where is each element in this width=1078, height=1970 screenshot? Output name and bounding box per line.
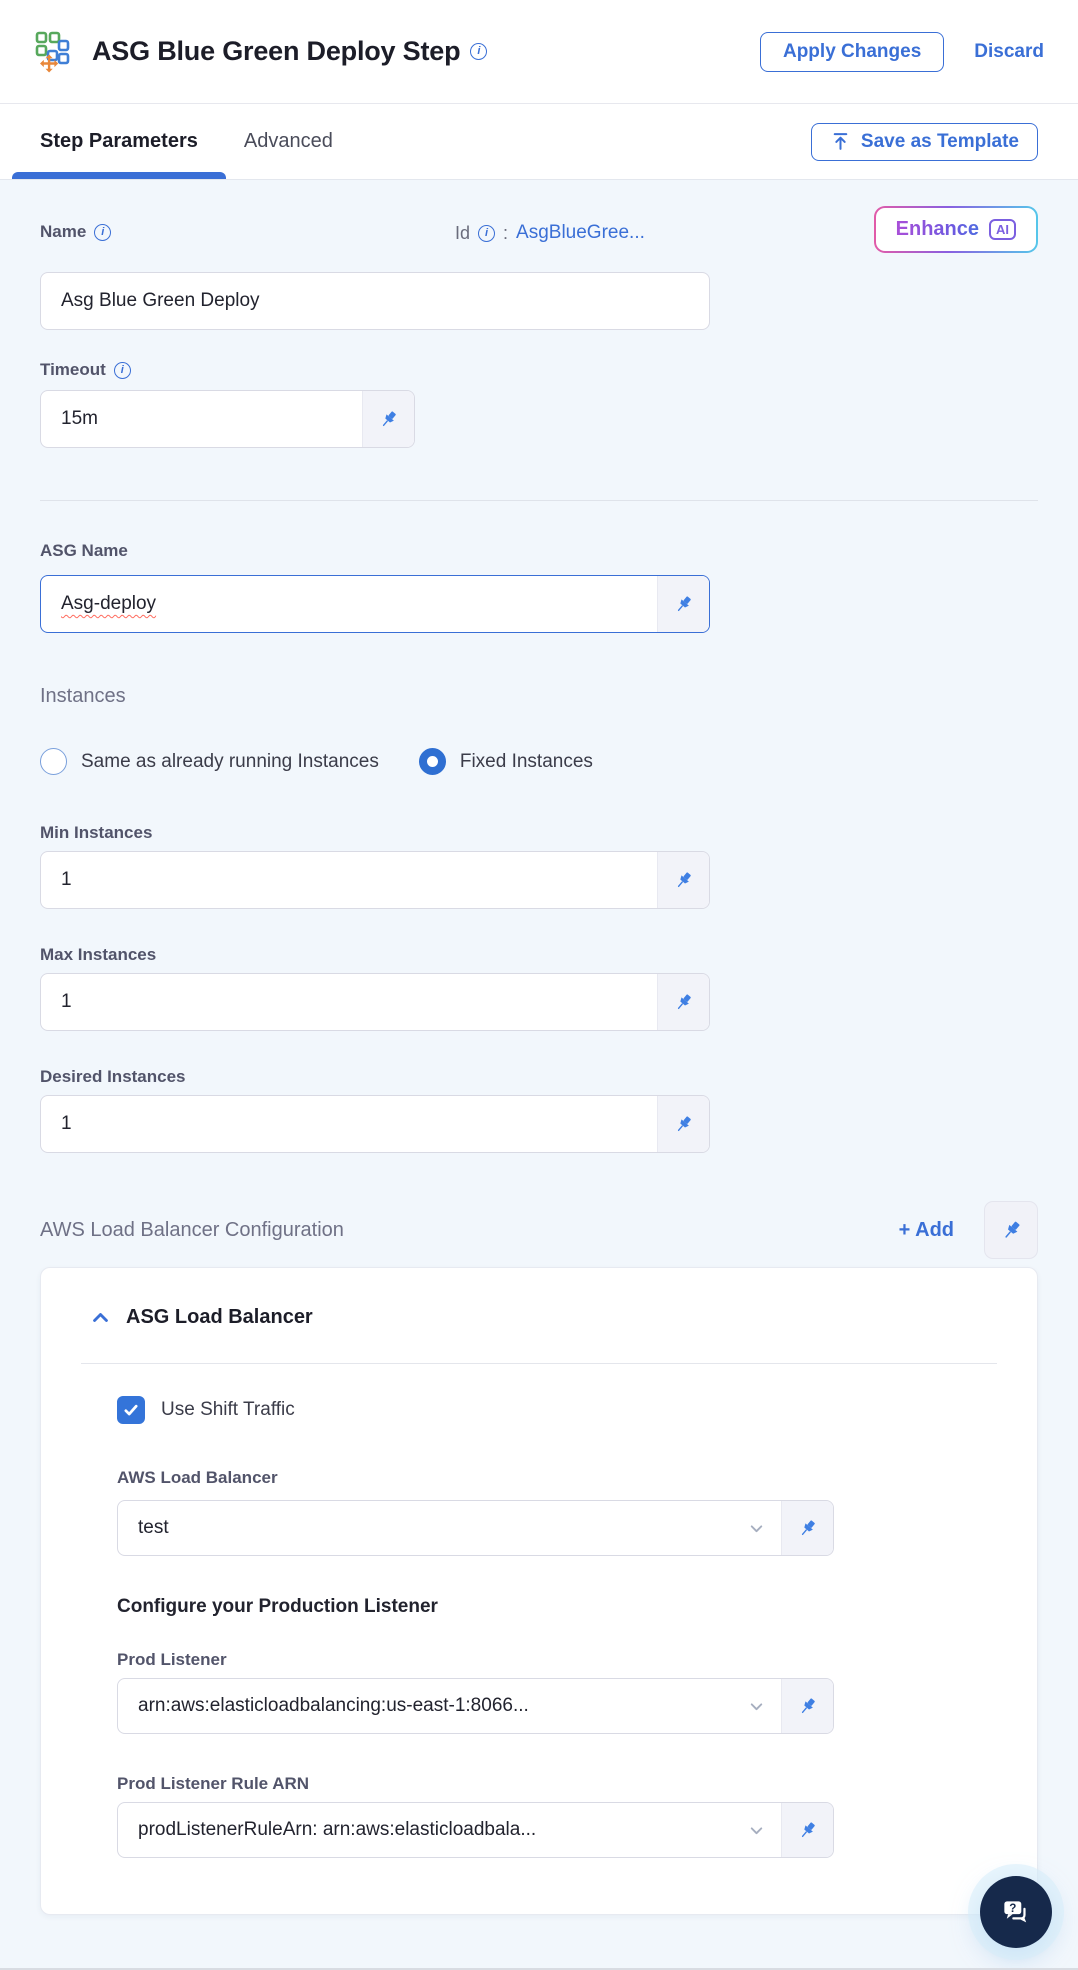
asg-name-label: ASG Name bbox=[40, 541, 128, 560]
chat-question-icon: ? bbox=[998, 1894, 1034, 1930]
enhance-ai-button[interactable]: Enhance AI bbox=[873, 206, 1038, 253]
desired-instances-field: 1 bbox=[40, 1095, 710, 1153]
id-separator: : bbox=[503, 222, 509, 243]
chevron-down-icon[interactable] bbox=[748, 1501, 765, 1555]
name-id-row: Name i Id i : AsgBlueGree... Enhance AI bbox=[40, 206, 1038, 262]
name-label-group: Name i bbox=[40, 222, 112, 242]
svg-text:?: ? bbox=[1009, 1902, 1016, 1915]
min-instances-input[interactable]: 1 bbox=[41, 852, 657, 908]
aws-load-balancer-select[interactable]: test bbox=[118, 1501, 748, 1555]
name-label: Name bbox=[40, 222, 87, 241]
prod-listener-rule-select[interactable]: prodListenerRuleArn: arn:aws:elasticload… bbox=[118, 1803, 748, 1857]
asg-name-runtime-pin-icon[interactable] bbox=[657, 576, 709, 632]
tab-advanced[interactable]: Advanced bbox=[244, 104, 333, 179]
page-title: ASG Blue Green Deploy Step bbox=[92, 36, 461, 66]
max-instances-label: Max Instances bbox=[40, 945, 157, 964]
chevron-up-icon bbox=[91, 1308, 110, 1327]
card-divider bbox=[81, 1363, 997, 1364]
prod-listener-label: Prod Listener bbox=[117, 1650, 227, 1669]
chevron-down-icon[interactable] bbox=[748, 1803, 765, 1857]
asg-load-balancer-card: ASG Load Balancer Use Shift Traffic AWS … bbox=[40, 1267, 1038, 1915]
card-title: ASG Load Balancer bbox=[126, 1306, 313, 1328]
radio-same-as-running-label[interactable]: Same as already running Instances bbox=[81, 751, 379, 773]
chevron-down-icon[interactable] bbox=[748, 1679, 765, 1733]
use-shift-traffic-row[interactable]: Use Shift Traffic bbox=[117, 1396, 997, 1424]
prod-listener-rule-field: prodListenerRuleArn: arn:aws:elasticload… bbox=[117, 1802, 834, 1858]
upload-icon bbox=[830, 131, 851, 152]
add-load-balancer-button[interactable]: + Add bbox=[899, 1219, 954, 1242]
use-shift-traffic-checkbox[interactable] bbox=[117, 1396, 145, 1424]
timeout-label-group: Timeout i bbox=[40, 360, 1038, 380]
desired-instances-input[interactable]: 1 bbox=[41, 1096, 657, 1152]
apply-changes-button[interactable]: Apply Changes bbox=[759, 31, 945, 72]
timeout-info-icon[interactable]: i bbox=[113, 361, 131, 379]
id-label: Id bbox=[455, 222, 471, 243]
ai-badge: AI bbox=[989, 219, 1016, 240]
max-instances-runtime-pin-icon[interactable] bbox=[657, 974, 709, 1030]
discard-button[interactable]: Discard bbox=[974, 41, 1044, 63]
save-as-template-label: Save as Template bbox=[860, 130, 1019, 152]
id-info-icon[interactable]: i bbox=[478, 224, 496, 242]
save-as-template-button[interactable]: Save as Template bbox=[810, 122, 1038, 161]
instances-radio-group: Same as already running Instances Fixed … bbox=[40, 748, 1038, 775]
step-id: Id i : AsgBlueGree... bbox=[455, 222, 645, 244]
id-value[interactable]: AsgBlueGree... bbox=[516, 222, 645, 244]
radio-same-as-running[interactable] bbox=[40, 748, 67, 775]
asg-load-balancer-collapse[interactable]: ASG Load Balancer bbox=[81, 1306, 997, 1329]
aws-load-balancer-field: test bbox=[117, 1500, 834, 1556]
min-instances-runtime-pin-icon[interactable] bbox=[657, 852, 709, 908]
desired-instances-runtime-pin-icon[interactable] bbox=[657, 1096, 709, 1152]
help-chat-button[interactable]: ? bbox=[980, 1876, 1052, 1948]
tab-step-parameters[interactable]: Step Parameters bbox=[12, 104, 226, 179]
min-instances-label: Min Instances bbox=[40, 823, 153, 842]
prod-listener-rule-label: Prod Listener Rule ARN bbox=[117, 1774, 310, 1793]
lb-config-runtime-pin-icon[interactable] bbox=[984, 1201, 1038, 1259]
radio-fixed-instances[interactable] bbox=[418, 748, 446, 775]
timeout-label: Timeout bbox=[40, 360, 106, 379]
enhance-label: Enhance bbox=[895, 218, 979, 240]
tab-bar: Step Parameters Advanced Save as Templat… bbox=[0, 103, 1078, 180]
asg-name-input[interactable]: Asg-deploy bbox=[41, 576, 657, 632]
timeout-field: 15m bbox=[40, 390, 415, 448]
configure-production-listener-heading: Configure your Production Listener bbox=[117, 1596, 438, 1617]
prod-listener-runtime-pin-icon[interactable] bbox=[781, 1679, 833, 1733]
step-config-panel: ASG Blue Green Deploy Step i Apply Chang… bbox=[0, 0, 1078, 1970]
radio-fixed-instances-label[interactable]: Fixed Instances bbox=[460, 751, 593, 773]
lb-config-row: AWS Load Balancer Configuration + Add bbox=[40, 1201, 1038, 1259]
header: ASG Blue Green Deploy Step i Apply Chang… bbox=[0, 0, 1078, 103]
asg-blue-green-step-icon bbox=[34, 30, 78, 74]
desired-instances-label: Desired Instances bbox=[40, 1067, 186, 1086]
prod-listener-select[interactable]: arn:aws:elasticloadbalancing:us-east-1:8… bbox=[118, 1679, 748, 1733]
section-divider bbox=[40, 500, 1038, 501]
title-info-icon[interactable]: i bbox=[470, 43, 488, 60]
step-parameters-form: Name i Id i : AsgBlueGree... Enhance AI … bbox=[0, 180, 1078, 1970]
prod-listener-rule-runtime-pin-icon[interactable] bbox=[781, 1803, 833, 1857]
header-actions: Apply Changes Discard bbox=[759, 31, 1044, 72]
use-shift-traffic-label: Use Shift Traffic bbox=[161, 1399, 295, 1420]
instances-heading: Instances bbox=[40, 685, 126, 707]
name-input[interactable]: Asg Blue Green Deploy bbox=[40, 272, 710, 330]
lb-config-heading: AWS Load Balancer Configuration bbox=[40, 1218, 344, 1241]
aws-load-balancer-runtime-pin-icon[interactable] bbox=[781, 1501, 833, 1555]
tabs: Step Parameters Advanced bbox=[12, 104, 333, 179]
card-body: Use Shift Traffic AWS Load Balancer test… bbox=[81, 1396, 997, 1858]
name-info-icon[interactable]: i bbox=[94, 223, 112, 241]
max-instances-field: 1 bbox=[40, 973, 710, 1031]
aws-load-balancer-label: AWS Load Balancer bbox=[117, 1468, 278, 1487]
prod-listener-field: arn:aws:elasticloadbalancing:us-east-1:8… bbox=[117, 1678, 834, 1734]
asg-name-field: Asg-deploy bbox=[40, 575, 710, 633]
max-instances-input[interactable]: 1 bbox=[41, 974, 657, 1030]
timeout-runtime-pin-icon[interactable] bbox=[362, 391, 414, 447]
min-instances-field: 1 bbox=[40, 851, 710, 909]
timeout-input[interactable]: 15m bbox=[41, 391, 362, 447]
